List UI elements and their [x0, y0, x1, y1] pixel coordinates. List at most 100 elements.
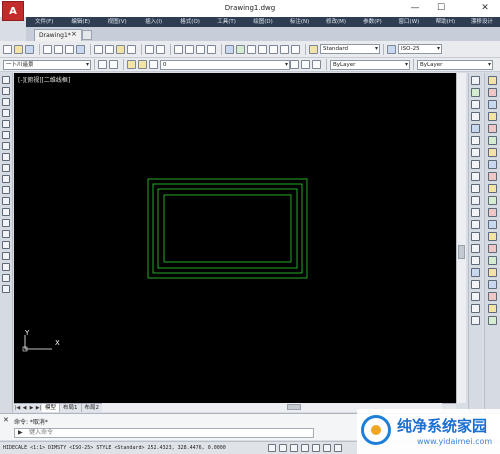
ortho-mode-icon[interactable] [290, 444, 298, 452]
extend-icon[interactable] [471, 196, 480, 205]
publish-icon[interactable] [65, 44, 74, 54]
construction-line-icon[interactable] [2, 87, 10, 95]
snap-temporary-icon[interactable] [488, 268, 497, 277]
tool-palettes-icon[interactable] [247, 44, 256, 54]
explode-icon[interactable] [471, 256, 480, 265]
snap-apparent-icon[interactable] [488, 256, 497, 265]
properties-icon[interactable] [225, 44, 234, 54]
trim-icon[interactable] [471, 184, 480, 193]
text-style-select[interactable]: Standard [320, 44, 380, 54]
open-file-icon[interactable] [14, 44, 23, 54]
command-input[interactable]: ▶ 键入命令 [14, 428, 314, 438]
grid-display-icon[interactable] [279, 444, 287, 452]
polygon-icon[interactable] [2, 109, 10, 117]
snap-3d-icon[interactable] [488, 316, 497, 325]
linetype-control-select[interactable]: ByLayer [417, 59, 493, 70]
lineweight-icon[interactable] [334, 444, 342, 452]
snap-mid-between-icon[interactable] [488, 292, 497, 301]
print-icon[interactable] [43, 44, 52, 54]
markup-icon[interactable] [269, 44, 278, 54]
menu-tools[interactable]: 工具(T) [208, 17, 244, 27]
command-close-icon[interactable]: ✕ [3, 416, 9, 424]
chamfer-icon[interactable] [471, 232, 480, 241]
copy-icon[interactable] [105, 44, 114, 54]
polar-tracking-icon[interactable] [301, 444, 309, 452]
snap-settings-icon[interactable] [488, 232, 497, 241]
layer-previous-icon[interactable] [301, 60, 310, 69]
copy-object-icon[interactable] [471, 88, 480, 97]
stretch-icon[interactable] [471, 172, 480, 181]
snap-intersection-icon[interactable] [488, 112, 497, 121]
tab-layout1[interactable]: 布局1 [60, 404, 82, 412]
color-control-select[interactable]: ByLayer [330, 59, 410, 70]
lock-icon[interactable] [149, 60, 158, 69]
line-icon[interactable] [2, 76, 10, 84]
snap-quadrant-icon[interactable] [488, 136, 497, 145]
paste-icon[interactable] [116, 44, 125, 54]
erase-icon[interactable] [471, 76, 480, 85]
quickcalc-icon[interactable] [280, 44, 289, 54]
application-menu-button[interactable]: A [2, 1, 24, 21]
ellipse-icon[interactable] [2, 175, 10, 183]
snap-insert-icon[interactable] [488, 184, 497, 193]
object-snap-icon[interactable] [488, 76, 497, 85]
dimension-radius-icon[interactable] [471, 292, 480, 301]
snap-mode-icon[interactable] [268, 444, 276, 452]
dim-style-icon[interactable] [387, 44, 396, 54]
menu-draw[interactable]: 绘图(D) [245, 17, 281, 27]
first-layout-icon[interactable]: |◀ [14, 405, 21, 412]
menu-insert[interactable]: 插入(I) [135, 17, 171, 27]
mirror-icon[interactable] [471, 100, 480, 109]
tab-model[interactable]: 模型 [42, 404, 61, 412]
sun-icon[interactable] [138, 60, 147, 69]
cut-icon[interactable] [94, 44, 103, 54]
design-center-icon[interactable] [236, 44, 245, 54]
otrack-icon[interactable] [323, 444, 331, 452]
new-file-icon[interactable] [3, 44, 12, 54]
zoom-previous-icon[interactable] [207, 44, 216, 54]
rectangle-icon[interactable] [2, 120, 10, 128]
text-style-icon[interactable] [309, 44, 318, 54]
tab-layout2[interactable]: 布局2 [82, 404, 104, 412]
plot-icon[interactable] [76, 44, 85, 54]
gradient-icon[interactable] [2, 241, 10, 249]
save-icon[interactable] [25, 44, 34, 54]
add-selected-icon[interactable] [2, 285, 10, 293]
match-properties-icon[interactable] [127, 44, 136, 54]
layer-state-select[interactable]: 一卜川遥景 [3, 59, 91, 70]
print-preview-icon[interactable] [54, 44, 63, 54]
snap-tangent-icon[interactable] [488, 148, 497, 157]
snap-endpoint-icon[interactable] [488, 88, 497, 97]
snap-node-icon[interactable] [488, 196, 497, 205]
layer-select[interactable]: 0 [160, 59, 290, 70]
polyline-icon[interactable] [2, 98, 10, 106]
insert-block-icon[interactable] [2, 197, 10, 205]
offset-rectangle-2[interactable] [152, 183, 303, 274]
menu-extra[interactable]: 漂移设计 [464, 17, 500, 27]
outer-rectangle[interactable] [147, 178, 308, 279]
table-icon[interactable] [2, 263, 10, 271]
join-icon[interactable] [471, 220, 480, 229]
layer-manager-icon[interactable] [109, 60, 118, 69]
revision-cloud-icon[interactable] [2, 153, 10, 161]
previous-layout-icon[interactable]: ◀ [21, 405, 28, 412]
move-icon[interactable] [471, 136, 480, 145]
snap-extension-icon[interactable] [488, 244, 497, 253]
hatch-icon[interactable] [2, 230, 10, 238]
pan-icon[interactable] [174, 44, 183, 54]
menu-window[interactable]: 窗口(W) [391, 17, 427, 27]
snap-parallel-icon[interactable] [488, 172, 497, 181]
redo-icon[interactable] [156, 44, 165, 54]
offset-icon[interactable] [471, 112, 480, 121]
inner-rectangle[interactable] [163, 194, 292, 263]
menu-view[interactable]: 视图(V) [99, 17, 135, 27]
vertical-scroll-thumb[interactable] [458, 245, 465, 259]
snap-center-icon[interactable] [488, 124, 497, 133]
menu-modify[interactable]: 修改(M) [318, 17, 354, 27]
multiline-text-icon[interactable] [2, 274, 10, 282]
lightbulb-icon[interactable] [127, 60, 136, 69]
document-tab-close-icon[interactable]: × [71, 29, 77, 40]
snap-geometric-center-icon[interactable] [488, 304, 497, 313]
spline-icon[interactable] [2, 164, 10, 172]
arc-icon[interactable] [2, 131, 10, 139]
